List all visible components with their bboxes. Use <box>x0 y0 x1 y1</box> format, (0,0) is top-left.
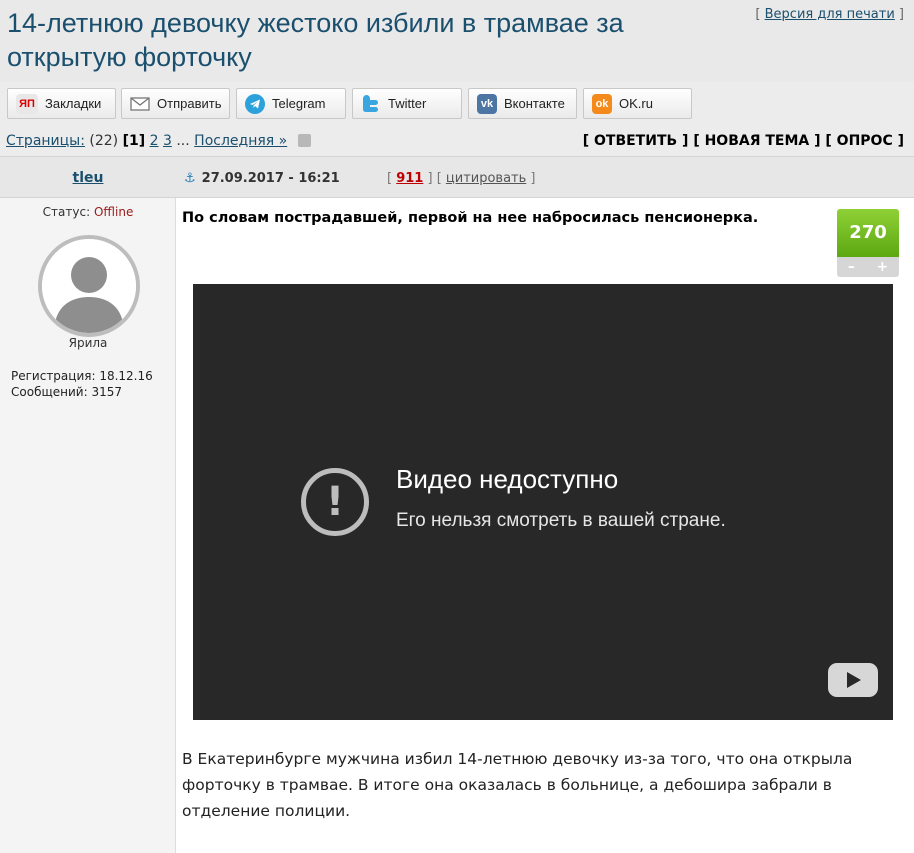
rating-controls: – + <box>837 257 899 277</box>
page-link-3[interactable]: 3 <box>163 133 172 149</box>
topic-actions: [ ОТВЕТИТЬ ] [ НОВАЯ ТЕМА ] [ ОПРОС ] <box>583 133 904 149</box>
video-error-subtitle: Его нельзя смотреть в вашей стране. <box>396 510 726 531</box>
share-label: Telegram <box>272 96 326 111</box>
share-label: Twitter <box>388 96 427 111</box>
status-label: Статус: <box>42 205 91 219</box>
status-value: Offline <box>93 205 134 219</box>
post-counts: [ 911 ] [ цитировать ] <box>387 171 536 186</box>
rating-widget: 270 – + <box>837 209 899 277</box>
rating-value: 270 <box>837 209 899 257</box>
share-mail-button[interactable]: Отправить <box>121 88 230 119</box>
page-link-2[interactable]: 2 <box>150 133 159 149</box>
rating-minus-button[interactable]: – <box>848 259 855 275</box>
mail-icon <box>130 94 150 114</box>
rating-plus-button[interactable]: + <box>876 259 888 275</box>
pages-count: (22) <box>89 133 119 149</box>
registration-date: Регистрация: 18.12.16 <box>11 369 153 383</box>
share-ok-button[interactable]: ok OK.ru <box>583 88 692 119</box>
post-body: В Екатеринбурге мужчина избил 14-летнюю … <box>182 750 853 820</box>
print-version-link[interactable]: Версия для печати <box>765 7 895 22</box>
telegram-icon <box>245 93 265 114</box>
pages-dropdown-icon[interactable] <box>297 133 311 147</box>
share-telegram-button[interactable]: Telegram <box>236 88 346 119</box>
twitter-icon <box>361 94 381 114</box>
quote-link[interactable]: цитировать <box>446 171 526 186</box>
reply-button[interactable]: [ ОТВЕТИТЬ ] <box>583 133 689 149</box>
post-header: tleu ⚓ 27.09.2017 - 16:21 [ 911 ] [ цитир… <box>0 156 914 198</box>
pagination: Страницы: (22) [1] 2 3 ... Последняя » <box>6 133 311 149</box>
post-meta: ⚓ 27.09.2017 - 16:21 <box>184 171 340 186</box>
post-number-link[interactable]: 911 <box>396 171 423 186</box>
new-topic-button[interactable]: [ НОВАЯ ТЕМА ] <box>693 133 820 149</box>
youtube-logo-icon[interactable] <box>828 663 878 697</box>
poll-button[interactable]: [ ОПРОС ] <box>825 133 904 149</box>
share-label: Отправить <box>157 96 222 111</box>
share-label: Вконтакте <box>504 96 565 111</box>
warning-icon: ! <box>301 468 369 536</box>
user-silhouette-icon <box>42 239 136 333</box>
avatar[interactable] <box>38 235 140 337</box>
share-label: Закладки <box>45 96 102 111</box>
author-name-link[interactable]: tleu <box>0 170 176 186</box>
author-sidebar: Статус: Offline Ярила Регистрация: 18.12… <box>0 198 176 853</box>
author-rank: Ярила <box>68 336 108 350</box>
page-title: 14-летнюю девочку жестоко избили в трамв… <box>7 8 624 72</box>
ok-icon: ok <box>592 93 612 114</box>
vk-icon: vk <box>477 93 497 114</box>
pages-link[interactable]: Страницы: <box>6 133 85 149</box>
post-datetime: 27.09.2017 - 16:21 <box>201 171 340 186</box>
current-page: [1] <box>122 133 146 149</box>
print-version: [ Версия для печати ] <box>755 7 904 22</box>
video-error-title: Видео недоступно <box>396 464 619 494</box>
pages-ellipsis: ... <box>176 133 190 149</box>
last-page-link[interactable]: Последняя » <box>194 133 287 149</box>
post-lead: По словам пострадавшей, первой на нее на… <box>182 210 759 226</box>
share-label: OK.ru <box>619 96 653 111</box>
yandex-icon: ЯП <box>16 93 38 114</box>
share-vk-button[interactable]: vk Вконтакте <box>468 88 577 119</box>
author-status: Статус: Offline <box>0 205 176 219</box>
share-bar: ЯП Закладки Отправить Telegram Twitter v… <box>0 82 914 128</box>
share-twitter-button[interactable]: Twitter <box>352 88 462 119</box>
message-count: Сообщений: 3157 <box>11 385 122 399</box>
video-player[interactable]: ! Видео недоступно Его нельзя смотреть в… <box>193 284 893 720</box>
post-content: По словам пострадавшей, первой на нее на… <box>176 198 914 853</box>
author-info: Регистрация: 18.12.16 Сообщений: 3157 <box>11 368 153 400</box>
topic-nav-bar: Страницы: (22) [1] 2 3 ... Последняя » [… <box>0 128 914 156</box>
share-bookmarks-button[interactable]: ЯП Закладки <box>7 88 116 119</box>
title-bar: 14-летнюю девочку жестоко избили в трамв… <box>0 0 914 82</box>
anchor-icon[interactable]: ⚓ <box>184 171 196 186</box>
